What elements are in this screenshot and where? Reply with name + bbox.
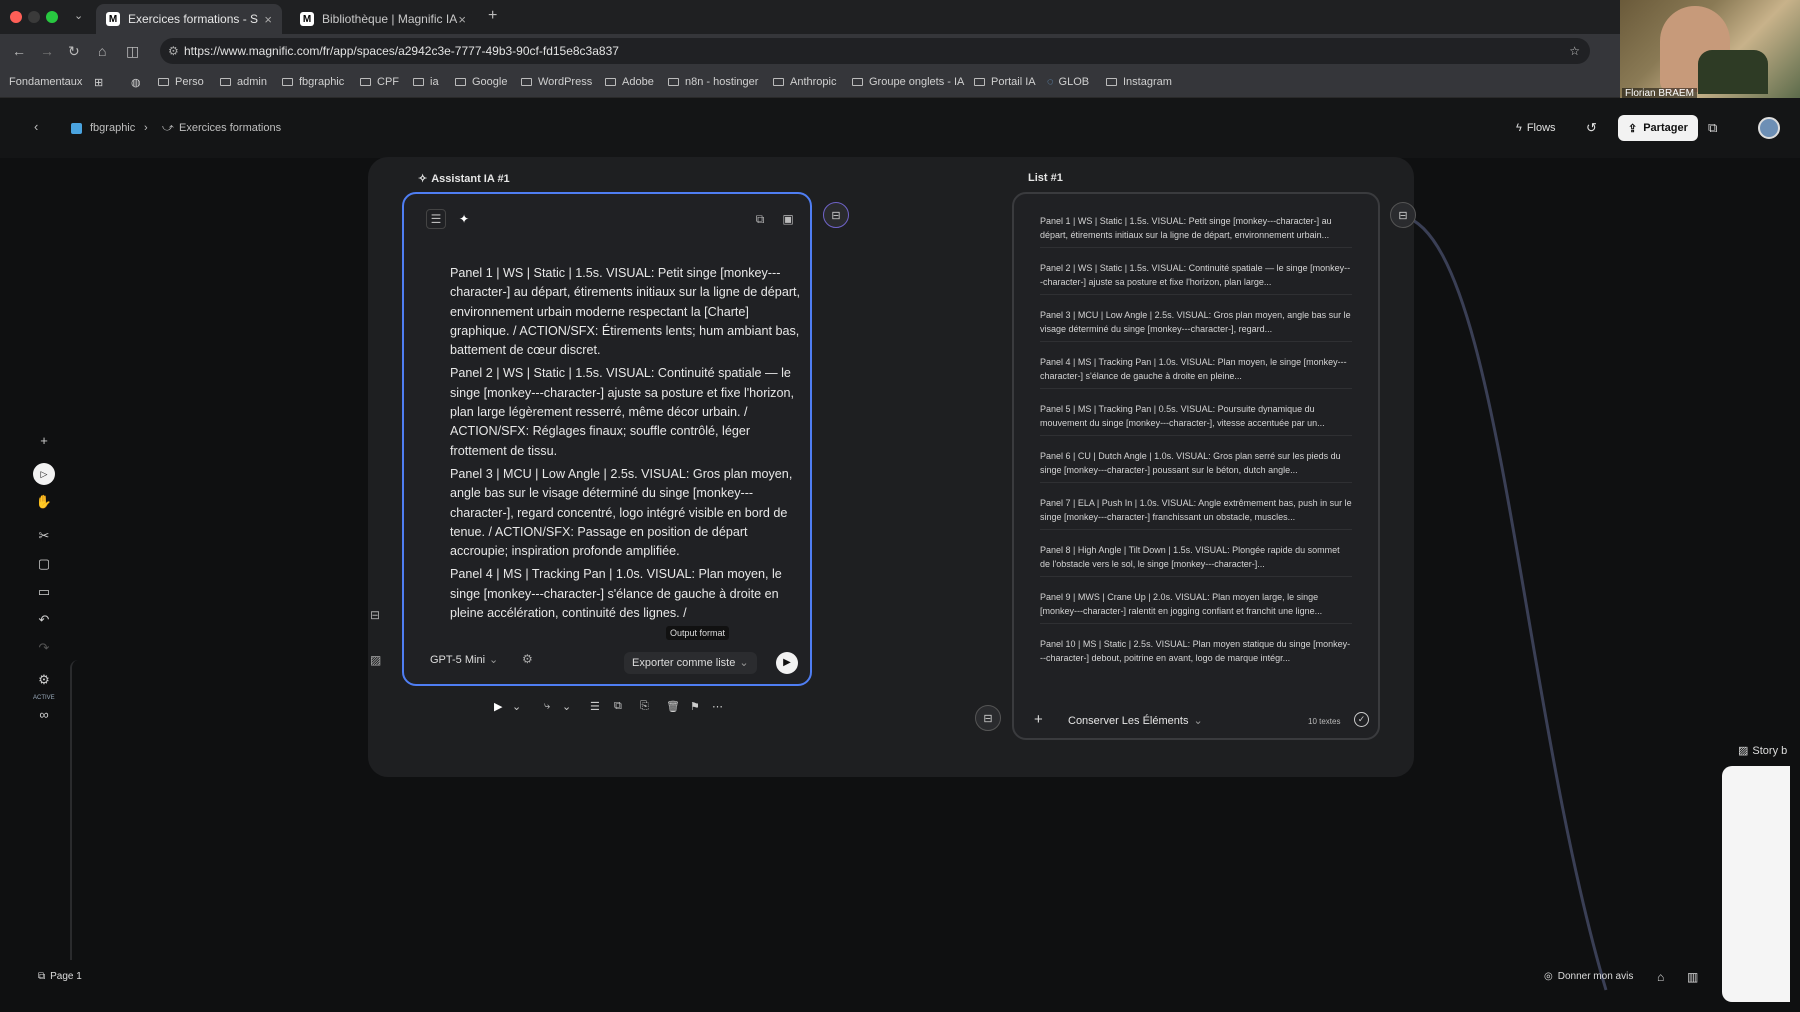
ai-sparkle-icon[interactable]: ✦ bbox=[454, 209, 474, 229]
settings-gear-icon[interactable]: ⚙ bbox=[28, 668, 60, 692]
assistant-title-label: Assistant IA #1 bbox=[431, 173, 510, 185]
branch-icon[interactable]: ⤷ bbox=[544, 700, 550, 713]
notes-icon[interactable]: ☰ bbox=[590, 700, 600, 713]
bottom-bar: ⧉ Page 1 ◎ Donner mon avis ⌂ ▥ bbox=[0, 965, 1800, 991]
text-mode-icon[interactable]: ☰ bbox=[426, 209, 446, 229]
list-entry[interactable]: Panel 6 | CU | Dutch Angle | 1.0s. VISUA… bbox=[1040, 449, 1352, 483]
sparkle-icon: ✧ bbox=[418, 173, 428, 185]
list-entry[interactable]: Panel 4 | MS | Tracking Pan | 1.0s. VISU… bbox=[1040, 355, 1352, 389]
page-label: Page 1 bbox=[50, 971, 82, 982]
image-input-icon[interactable]: ▨ bbox=[370, 653, 381, 667]
story-label: Story b bbox=[1752, 745, 1788, 757]
more-options-icon[interactable]: ⋯ bbox=[712, 700, 723, 713]
list-node-title[interactable]: List #1 bbox=[1028, 172, 1063, 184]
list-input-port-icon[interactable]: ⊟ bbox=[975, 705, 1001, 731]
hand-pan-icon[interactable]: ✋ bbox=[28, 490, 60, 514]
list-entry[interactable]: Panel 10 | MS | Static | 2.5s. VISUAL: P… bbox=[1040, 637, 1352, 670]
assistant-output-port-icon[interactable]: ⊟ bbox=[823, 202, 849, 228]
page-icon: ⧉ bbox=[38, 971, 46, 982]
copy-icon[interactable]: ⧉ bbox=[750, 209, 770, 229]
list-entry[interactable]: Panel 1 | WS | Static | 1.5s. VISUAL: Pe… bbox=[1040, 214, 1352, 248]
list-item: 1.Panel 1 | WS | Static | 1.5s. VISUAL: … bbox=[450, 264, 802, 360]
output-format-tooltip: Output format bbox=[666, 626, 730, 640]
model-label: GPT-5 Mini bbox=[430, 654, 486, 666]
item-text: Panel 4 | MS | Tracking Pan | 1.0s. VISU… bbox=[450, 567, 782, 621]
export-format-select[interactable]: Exporter comme liste ⌄ bbox=[624, 652, 757, 674]
left-rail-line bbox=[70, 660, 78, 960]
item-text: Panel 2 | WS | Static | 1.5s. VISUAL: Co… bbox=[450, 366, 794, 458]
learn-icon[interactable]: ⌂ bbox=[1657, 970, 1664, 984]
feedback-label: Donner mon avis bbox=[1557, 971, 1634, 982]
list-entry[interactable]: Panel 9 | MWS | Crane Up | 2.0s. VISUAL:… bbox=[1040, 590, 1352, 624]
keep-label: Conserver Les Éléments bbox=[1068, 715, 1189, 727]
expand-icon[interactable]: ▣ bbox=[778, 209, 798, 229]
select-cursor-icon[interactable]: ▷ bbox=[33, 463, 55, 485]
story-node-title[interactable]: ▨ Story b bbox=[1738, 744, 1787, 757]
image-icon: ▨ bbox=[1738, 745, 1749, 757]
node-toolbar: ▶ ⌄ ⤷ ⌄ ☰ ⧉ ⎘ 🗑 ⚑ ⋯ bbox=[490, 700, 730, 720]
feedback-button[interactable]: ◎ Donner mon avis bbox=[1544, 971, 1633, 982]
chevron-down-icon: ⌄ bbox=[489, 654, 499, 666]
comment-icon[interactable]: ▭ bbox=[28, 580, 60, 604]
note-icon[interactable]: ▢ bbox=[28, 552, 60, 576]
check-circle-icon[interactable]: ✓ bbox=[1354, 712, 1369, 727]
undo-icon[interactable]: ↶ bbox=[28, 608, 60, 632]
assistant-node[interactable]: ☰ ✦ ⧉ ▣ 1.Panel 1 | WS | Static | 1.5s. … bbox=[402, 192, 812, 686]
item-text: Panel 3 | MCU | Low Angle | 2.5s. VISUAL… bbox=[450, 466, 793, 559]
item-text: Panel 1 | WS | Static | 1.5s. VISUAL: Pe… bbox=[450, 266, 801, 358]
chat-icon: ◎ bbox=[1544, 971, 1553, 982]
redo-icon[interactable]: ↷ bbox=[28, 636, 60, 660]
bookmark-icon[interactable]: ⚑ bbox=[690, 700, 700, 713]
keep-elements-select[interactable]: Conserver Les Éléments ⌄ bbox=[1068, 714, 1203, 727]
list-entry[interactable]: Panel 5 | MS | Tracking Pan | 0.5s. VISU… bbox=[1040, 402, 1352, 436]
trash-icon[interactable]: 🗑 bbox=[666, 700, 680, 713]
list-output-port-icon[interactable]: ⊟ bbox=[1390, 202, 1416, 228]
duplicate-icon[interactable]: ⧉ bbox=[614, 700, 622, 713]
text-input-icon[interactable]: ⊟ bbox=[370, 608, 380, 622]
assistant-output-list: 1.Panel 1 | WS | Static | 1.5s. VISUAL: … bbox=[450, 264, 802, 632]
list-entry[interactable]: Panel 3 | MCU | Low Angle | 2.5s. VISUAL… bbox=[1040, 308, 1352, 342]
play-icon[interactable]: ▶ bbox=[494, 700, 502, 713]
text-count-label: 10 textes bbox=[1308, 717, 1341, 726]
list-entry[interactable]: Panel 7 | ELA | Push In | 1.0s. VISUAL: … bbox=[1040, 496, 1352, 530]
model-selector[interactable]: GPT-5 Mini ⌄ bbox=[430, 653, 498, 666]
list-node[interactable]: Panel 1 | WS | Static | 1.5s. VISUAL: Pe… bbox=[1012, 192, 1380, 740]
assistant-node-title[interactable]: ✧ Assistant IA #1 bbox=[418, 172, 510, 185]
chevron-down-icon[interactable]: ⌄ bbox=[512, 700, 521, 713]
add-item-icon[interactable]: + bbox=[1034, 711, 1043, 728]
list-entry[interactable]: Panel 8 | High Angle | Tilt Down | 1.5s.… bbox=[1040, 543, 1352, 577]
active-badge: ACTIVE bbox=[33, 695, 55, 701]
infinity-icon[interactable]: ∞ bbox=[28, 702, 60, 726]
run-play-button[interactable]: ▶ bbox=[776, 652, 798, 674]
page-selector[interactable]: ⧉ Page 1 bbox=[38, 971, 82, 982]
export-label: Exporter comme liste bbox=[632, 657, 736, 669]
copy-icon[interactable]: ⎘ bbox=[640, 700, 649, 713]
chevron-down-icon: ⌄ bbox=[1193, 715, 1203, 727]
list-item: 4.Panel 4 | MS | Tracking Pan | 1.0s. VI… bbox=[450, 565, 802, 623]
settings-gear-icon[interactable]: ⚙ bbox=[522, 652, 533, 666]
add-node-icon[interactable]: + bbox=[28, 428, 60, 452]
map-icon[interactable]: ▥ bbox=[1687, 970, 1698, 984]
list-item: 3.Panel 3 | MCU | Low Angle | 2.5s. VISU… bbox=[450, 465, 802, 561]
chevron-down-icon[interactable]: ⌄ bbox=[562, 700, 571, 713]
chevron-down-icon: ⌄ bbox=[739, 657, 749, 669]
scissors-icon[interactable]: ✂ bbox=[28, 524, 60, 548]
edge-list-to-story bbox=[1402, 214, 1608, 991]
list-item: 2.Panel 2 | WS | Static | 1.5s. VISUAL: … bbox=[450, 364, 802, 460]
list-entry[interactable]: Panel 2 | WS | Static | 1.5s. VISUAL: Co… bbox=[1040, 261, 1352, 295]
